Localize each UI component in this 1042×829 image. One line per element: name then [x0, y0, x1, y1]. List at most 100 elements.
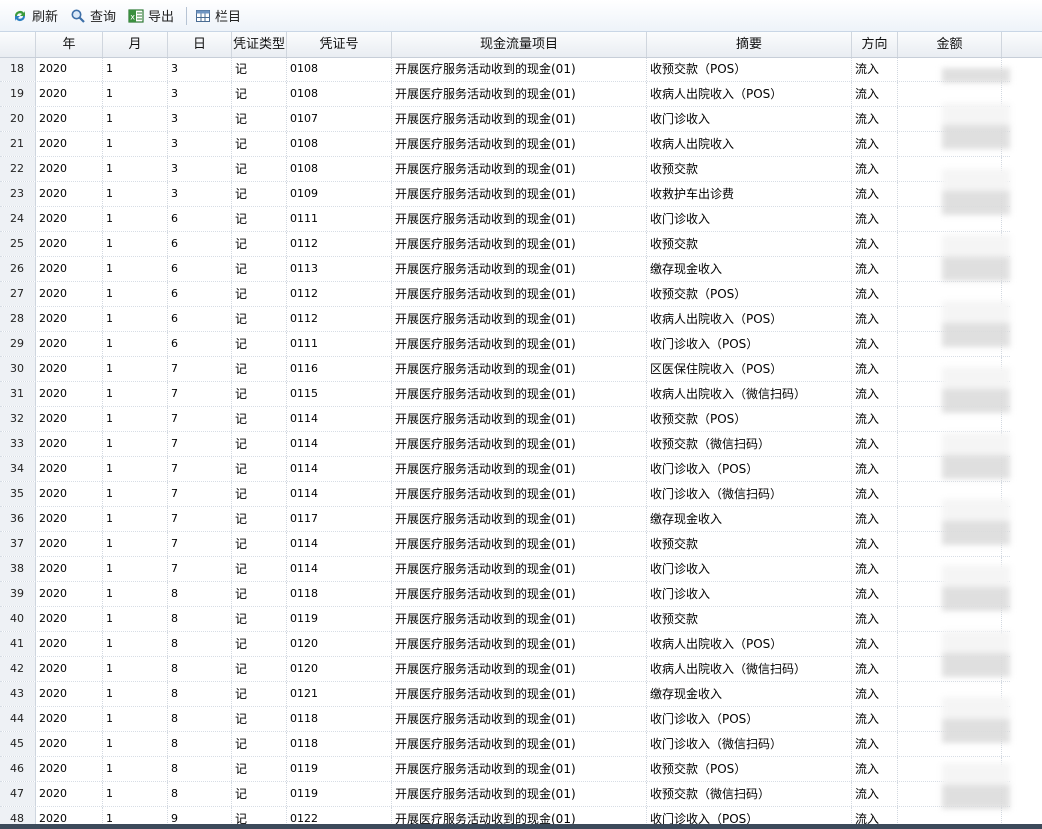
table-row[interactable]: 34 2020 1 7 记 0114 开展医疗服务活动收到的现金(01) 收门诊收入（POS）…: [0, 457, 1010, 482]
header-month[interactable]: 月: [103, 32, 168, 57]
table-row[interactable]: 21 2020 1 3 记 0108 开展医疗服务活动收到的现金(01) 收病人出院收入 流入: [0, 132, 1010, 157]
table-row[interactable]: 38 2020 1 7 记 0114 开展医疗服务活动收到的现金(01) 收门诊收入 流入: [0, 557, 1010, 582]
direction-cell: 流入: [852, 707, 898, 731]
direction-cell: 流入: [852, 257, 898, 281]
month-cell: 1: [103, 532, 168, 556]
row-number-cell: 39: [0, 582, 36, 606]
voucher-type-cell: 记: [232, 482, 287, 506]
table-row[interactable]: 19 2020 1 3 记 0108 开展医疗服务活动收到的现金(01) 收病人出院收入（PO…: [0, 82, 1010, 107]
table-row[interactable]: 25 2020 1 6 记 0112 开展医疗服务活动收到的现金(01) 收预交款 流入: [0, 232, 1010, 257]
cashflow-item-cell: 开展医疗服务活动收到的现金(01): [392, 207, 647, 231]
magnifier-icon: [70, 8, 86, 24]
direction-cell: 流入: [852, 157, 898, 181]
cashflow-item-cell: 开展医疗服务活动收到的现金(01): [392, 58, 647, 81]
voucher-type-cell: 记: [232, 207, 287, 231]
cashflow-item-cell: 开展医疗服务活动收到的现金(01): [392, 532, 647, 556]
year-cell: 2020: [36, 407, 103, 431]
direction-cell: 流入: [852, 182, 898, 206]
day-cell: 7: [168, 382, 232, 406]
row-number-cell: 19: [0, 82, 36, 106]
month-cell: 1: [103, 332, 168, 356]
summary-cell: 缴存现金收入: [647, 507, 852, 531]
table-row[interactable]: 26 2020 1 6 记 0113 开展医疗服务活动收到的现金(01) 缴存现金收入 流入: [0, 257, 1010, 282]
header-amount[interactable]: 金额: [898, 32, 1002, 57]
voucher-type-cell: 记: [232, 82, 287, 106]
month-cell: 1: [103, 257, 168, 281]
table-row[interactable]: 18 2020 1 3 记 0108 开展医疗服务活动收到的现金(01) 收预交款（POS）流…: [0, 58, 1010, 82]
table-row[interactable]: 46 2020 1 8 记 0119 开展医疗服务活动收到的现金(01) 收预交款（POS）流…: [0, 757, 1010, 782]
month-cell: 1: [103, 382, 168, 406]
row-number-cell: 31: [0, 382, 36, 406]
row-number-cell: 46: [0, 757, 36, 781]
summary-cell: 收门诊收入（微信扫码）: [647, 482, 852, 506]
summary-cell: 收门诊收入（POS）: [647, 457, 852, 481]
table-row[interactable]: 42 2020 1 8 记 0120 开展医疗服务活动收到的现金(01) 收病人出院收入（微信…: [0, 657, 1010, 682]
summary-cell: 收预交款: [647, 532, 852, 556]
table-row[interactable]: 41 2020 1 8 记 0120 开展医疗服务活动收到的现金(01) 收病人出院收入（PO…: [0, 632, 1010, 657]
header-direction[interactable]: 方向: [852, 32, 898, 57]
month-cell: 1: [103, 657, 168, 681]
summary-cell: 收预交款（POS）: [647, 757, 852, 781]
header-year[interactable]: 年: [36, 32, 103, 57]
day-cell: 6: [168, 207, 232, 231]
table-row[interactable]: 31 2020 1 7 记 0115 开展医疗服务活动收到的现金(01) 收病人出院收入（微信…: [0, 382, 1010, 407]
table-row[interactable]: 29 2020 1 6 记 0111 开展医疗服务活动收到的现金(01) 收门诊收入（POS）…: [0, 332, 1010, 357]
table-row[interactable]: 20 2020 1 3 记 0107 开展医疗服务活动收到的现金(01) 收门诊收入 流入: [0, 107, 1010, 132]
table-row[interactable]: 36 2020 1 7 记 0117 开展医疗服务活动收到的现金(01) 缴存现金收入 流入: [0, 507, 1010, 532]
table-row[interactable]: 33 2020 1 7 记 0114 开展医疗服务活动收到的现金(01) 收预交款（微信扫码）…: [0, 432, 1010, 457]
voucher-no-cell: 0108: [287, 58, 392, 81]
month-cell: 1: [103, 757, 168, 781]
row-number-cell: 26: [0, 257, 36, 281]
table-row[interactable]: 37 2020 1 7 记 0114 开展医疗服务活动收到的现金(01) 收预交款 流入: [0, 532, 1010, 557]
summary-cell: 收门诊收入（POS）: [647, 332, 852, 356]
voucher-no-cell: 0114: [287, 482, 392, 506]
direction-cell: 流入: [852, 432, 898, 456]
header-day[interactable]: 日: [168, 32, 232, 57]
table-row[interactable]: 45 2020 1 8 记 0118 开展医疗服务活动收到的现金(01) 收门诊收入（微信扫码…: [0, 732, 1010, 757]
table-row[interactable]: 24 2020 1 6 记 0111 开展医疗服务活动收到的现金(01) 收门诊收入 流入: [0, 207, 1010, 232]
year-cell: 2020: [36, 557, 103, 581]
table-row[interactable]: 44 2020 1 8 记 0118 开展医疗服务活动收到的现金(01) 收门诊收入（POS）…: [0, 707, 1010, 732]
month-cell: 1: [103, 507, 168, 531]
cashflow-item-cell: 开展医疗服务活动收到的现金(01): [392, 557, 647, 581]
summary-cell: 收门诊收入（微信扫码）: [647, 732, 852, 756]
direction-cell: 流入: [852, 357, 898, 381]
direction-cell: 流入: [852, 557, 898, 581]
table-row[interactable]: 30 2020 1 7 记 0116 开展医疗服务活动收到的现金(01) 区医保住院收入（PO…: [0, 357, 1010, 382]
voucher-type-cell: 记: [232, 782, 287, 806]
voucher-no-cell: 0115: [287, 382, 392, 406]
header-cashflow-item[interactable]: 现金流量项目: [392, 32, 647, 57]
row-number-cell: 42: [0, 657, 36, 681]
year-cell: 2020: [36, 107, 103, 131]
table-row[interactable]: 27 2020 1 6 记 0112 开展医疗服务活动收到的现金(01) 收预交款（POS）流…: [0, 282, 1010, 307]
table-row[interactable]: 32 2020 1 7 记 0114 开展医疗服务活动收到的现金(01) 收预交款（POS）流…: [0, 407, 1010, 432]
grid-body[interactable]: 18 2020 1 3 记 0108 开展医疗服务活动收到的现金(01) 收预交款（POS）流…: [0, 58, 1042, 829]
refresh-button[interactable]: 刷新: [8, 4, 62, 28]
table-row[interactable]: 40 2020 1 8 记 0119 开展医疗服务活动收到的现金(01) 收预交款 流入: [0, 607, 1010, 632]
day-cell: 7: [168, 357, 232, 381]
voucher-no-cell: 0108: [287, 132, 392, 156]
table-row[interactable]: 22 2020 1 3 记 0108 开展医疗服务活动收到的现金(01) 收预交款 流入: [0, 157, 1010, 182]
table-row[interactable]: 28 2020 1 6 记 0112 开展医疗服务活动收到的现金(01) 收病人出院收入（PO…: [0, 307, 1010, 332]
day-cell: 6: [168, 232, 232, 256]
header-voucher-no[interactable]: 凭证号: [287, 32, 392, 57]
summary-cell: 收预交款: [647, 157, 852, 181]
row-number-cell: 28: [0, 307, 36, 331]
table-row[interactable]: 23 2020 1 3 记 0109 开展医疗服务活动收到的现金(01) 收救护车出诊费 流入: [0, 182, 1010, 207]
header-voucher-type[interactable]: 凭证类型: [232, 32, 287, 57]
table-row[interactable]: 35 2020 1 7 记 0114 开展医疗服务活动收到的现金(01) 收门诊收入（微信扫码…: [0, 482, 1010, 507]
direction-cell: 流入: [852, 207, 898, 231]
table-row[interactable]: 47 2020 1 8 记 0119 开展医疗服务活动收到的现金(01) 收预交款（微信扫码）…: [0, 782, 1010, 807]
voucher-no-cell: 0118: [287, 582, 392, 606]
table-row[interactable]: 43 2020 1 8 记 0121 开展医疗服务活动收到的现金(01) 缴存现金收入 流入: [0, 682, 1010, 707]
query-button[interactable]: 查询: [66, 4, 120, 28]
direction-cell: 流入: [852, 407, 898, 431]
day-cell: 3: [168, 82, 232, 106]
voucher-type-cell: 记: [232, 582, 287, 606]
columns-button[interactable]: 栏目: [191, 4, 245, 28]
header-summary[interactable]: 摘要: [647, 32, 852, 57]
cashflow-item-cell: 开展医疗服务活动收到的现金(01): [392, 407, 647, 431]
table-row[interactable]: 39 2020 1 8 记 0118 开展医疗服务活动收到的现金(01) 收门诊收入 流入: [0, 582, 1010, 607]
voucher-type-cell: 记: [232, 332, 287, 356]
export-button[interactable]: x 导出: [124, 4, 178, 28]
